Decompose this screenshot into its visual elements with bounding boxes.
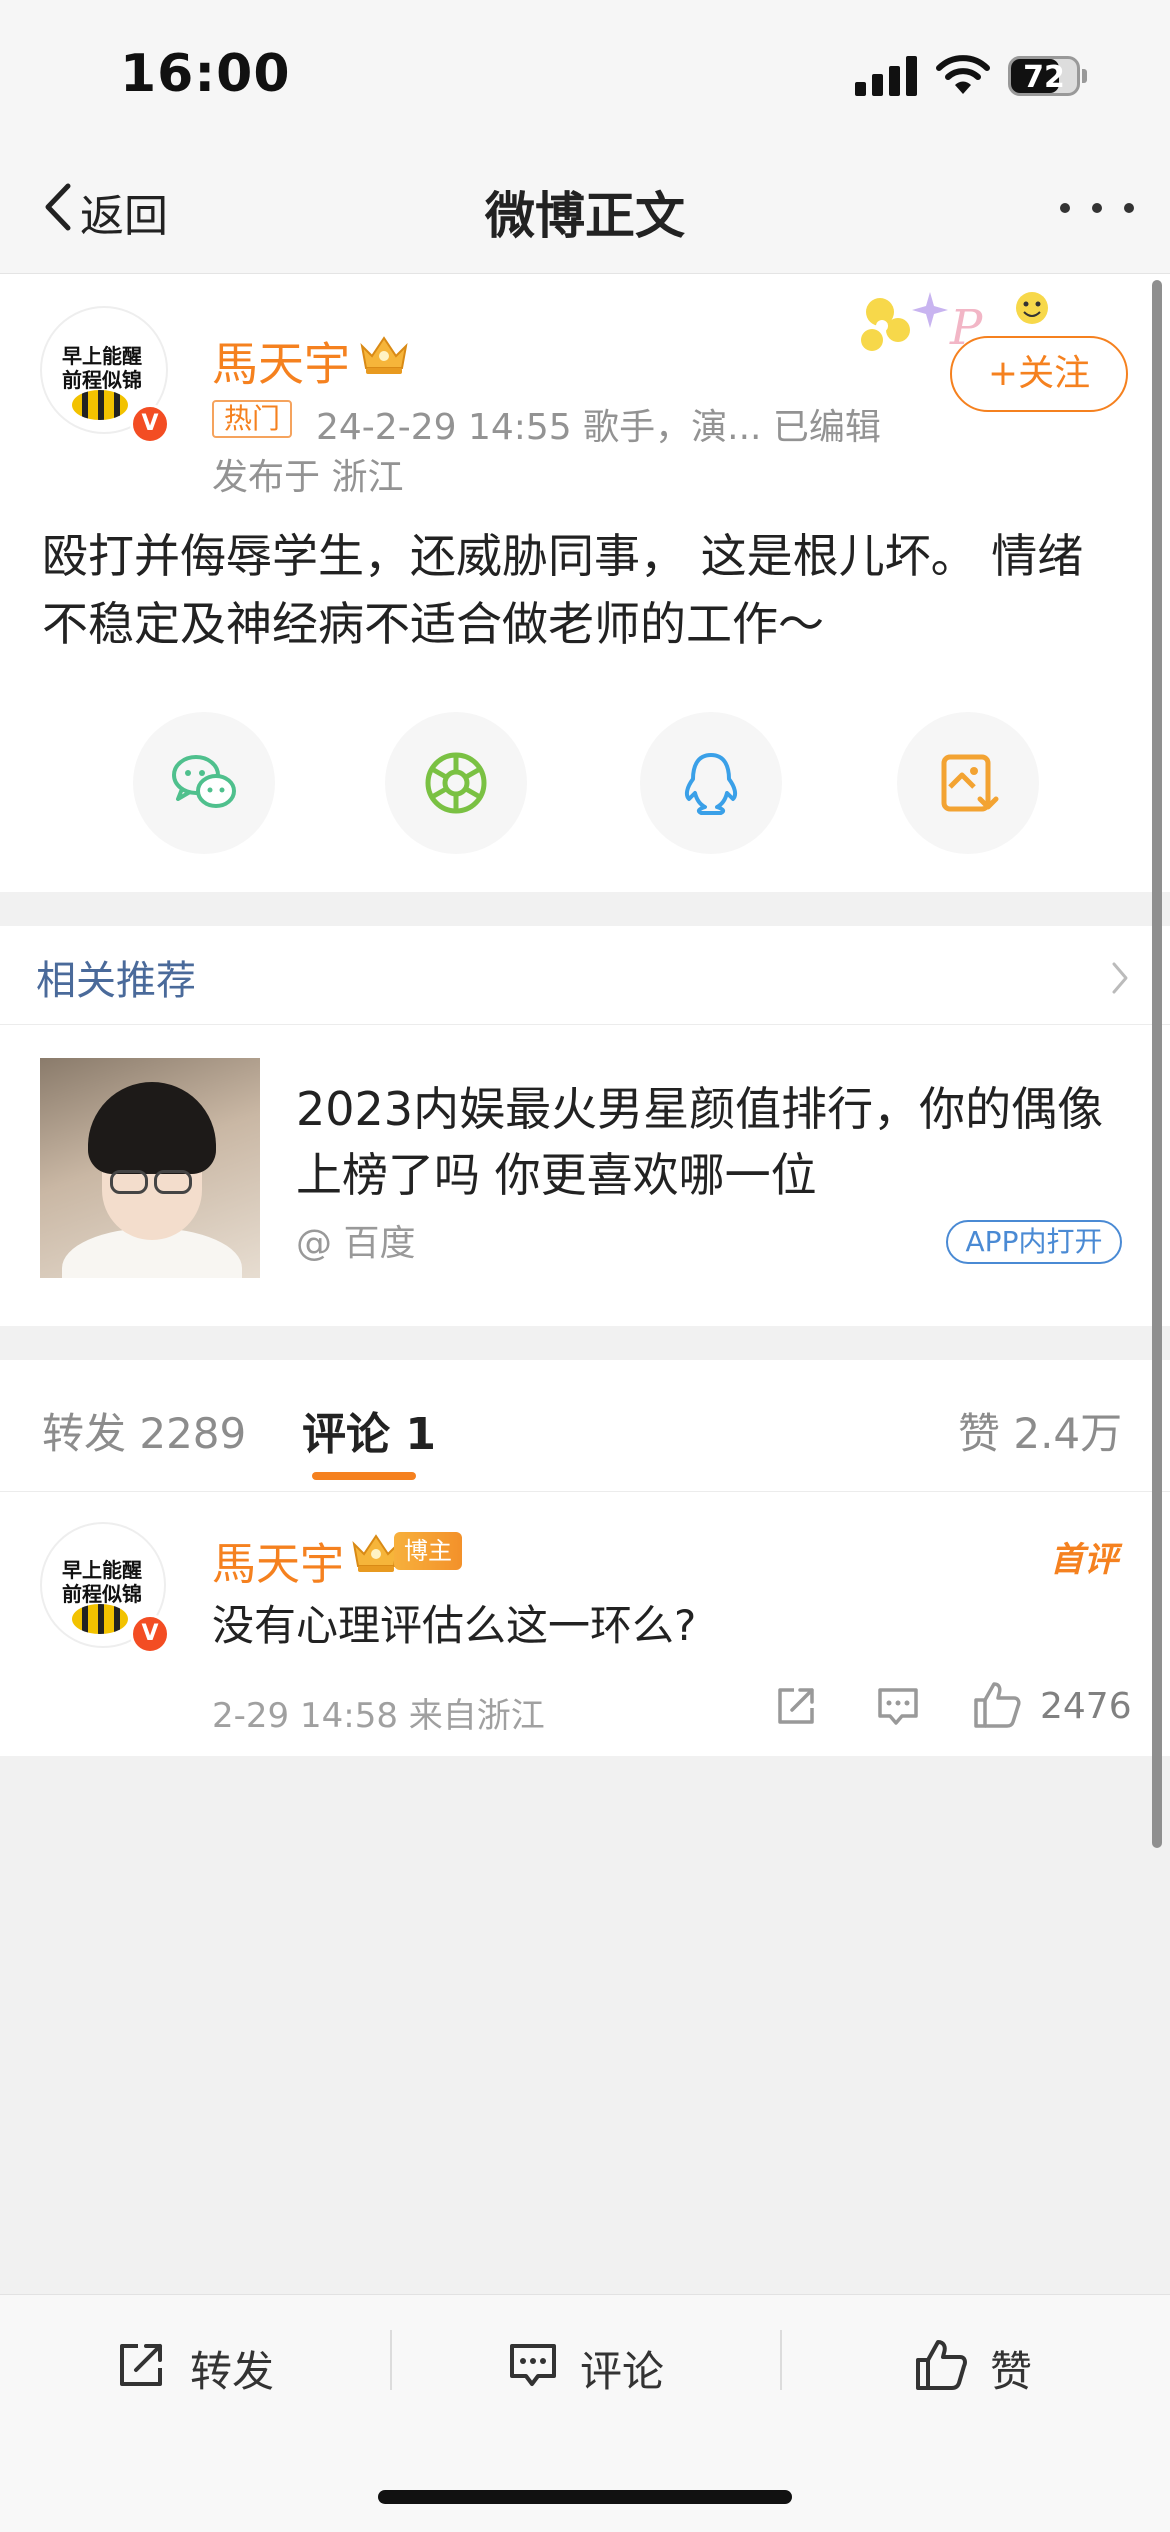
tab-comments[interactable]: 评论 1 bbox=[302, 1398, 436, 1462]
vip-crown-icon bbox=[360, 336, 408, 374]
first-comment-badge: 首评 bbox=[1050, 1540, 1118, 1580]
comment-label: 评论 bbox=[580, 2347, 665, 2396]
thumbs-up-icon bbox=[916, 2340, 967, 2390]
verified-badge-icon: V bbox=[130, 1614, 170, 1654]
status-time: 16:00 bbox=[120, 44, 291, 104]
thumbs-up-icon bbox=[974, 1682, 1021, 1728]
bee-illustration bbox=[72, 1604, 128, 1634]
home-indicator bbox=[378, 2490, 792, 2504]
comment-text: 没有心理评估么这一环么? bbox=[212, 1601, 697, 1650]
share-moments-button[interactable] bbox=[385, 712, 527, 854]
recommendation-title[interactable]: 2023内娱最火男星颜值排行，你的偶像上榜了吗 你更喜欢哪一位 bbox=[296, 1076, 1136, 1208]
chevron-left-icon bbox=[45, 183, 71, 231]
active-tab-indicator bbox=[312, 1472, 416, 1480]
recommendation-source: @ 百度 bbox=[296, 1223, 416, 1264]
save-image-icon bbox=[941, 754, 999, 812]
open-in-app-button[interactable]: APP内打开 bbox=[946, 1220, 1122, 1264]
repost-icon bbox=[120, 2344, 162, 2386]
repost-button[interactable]: 转发 bbox=[100, 2324, 400, 2404]
recommendation-header[interactable]: 相关推荐 bbox=[36, 948, 196, 1006]
avatar-text: 早上能醒 bbox=[62, 344, 142, 368]
avatar-text: 前程似锦 bbox=[62, 368, 142, 392]
post-location: 发布于 浙江 bbox=[212, 457, 404, 498]
divider bbox=[390, 2330, 392, 2390]
more-options-icon[interactable] bbox=[1052, 185, 1142, 229]
scrollbar[interactable] bbox=[1152, 280, 1162, 1848]
cellular-signal-icon bbox=[855, 56, 917, 96]
repost-label: 转发 bbox=[190, 2347, 275, 2396]
chevron-right-icon[interactable] bbox=[1108, 958, 1132, 998]
wechat-icon bbox=[172, 755, 236, 808]
comment-button[interactable]: 评论 bbox=[500, 2324, 800, 2404]
back-button[interactable]: 返回 bbox=[32, 172, 192, 242]
comment-time: 2-29 14:58 来自浙江 bbox=[212, 1696, 545, 1736]
reply-icon[interactable] bbox=[874, 1682, 922, 1730]
moments-icon bbox=[425, 752, 487, 814]
battery-icon: 72 bbox=[1008, 56, 1088, 96]
verified-badge-icon: V bbox=[130, 404, 170, 444]
blogger-badge: 博主 bbox=[394, 1532, 462, 1570]
qq-icon bbox=[684, 753, 738, 815]
post-author-name[interactable]: 馬天宇 bbox=[212, 328, 350, 394]
like-button[interactable]: 赞 bbox=[910, 2324, 1170, 2404]
share-qq-button[interactable] bbox=[640, 712, 782, 854]
avatar-text: 前程似锦 bbox=[62, 1582, 142, 1606]
comment-like-count: 2476 bbox=[1040, 1686, 1132, 1727]
like-label: 赞 bbox=[990, 2347, 1033, 2396]
divider bbox=[0, 1024, 1170, 1025]
post-meta: 24-2-29 14:55 歌手，演... 已编辑 bbox=[316, 407, 881, 448]
tab-reposts[interactable]: 转发 2289 bbox=[42, 1400, 246, 1461]
tab-likes[interactable]: 赞 2.4万 bbox=[958, 1400, 1122, 1461]
follow-button[interactable]: +关注 bbox=[950, 336, 1128, 412]
bee-illustration bbox=[72, 390, 128, 420]
recommendation-thumbnail[interactable] bbox=[40, 1058, 260, 1278]
battery-level: 72 bbox=[1023, 60, 1065, 95]
wifi-icon bbox=[936, 55, 990, 94]
avatar-text: 早上能醒 bbox=[62, 1558, 142, 1582]
comment-icon bbox=[510, 2344, 556, 2386]
divider bbox=[780, 2330, 782, 2390]
share-icon[interactable] bbox=[772, 1682, 820, 1730]
back-label: 返回 bbox=[80, 191, 168, 242]
comment-author-name[interactable]: 馬天宇 bbox=[212, 1528, 344, 1592]
comment-like-button[interactable]: 2476 bbox=[972, 1678, 1132, 1734]
hot-tag: 热门 bbox=[212, 400, 293, 438]
share-wechat-button[interactable] bbox=[133, 712, 275, 854]
save-image-button[interactable] bbox=[897, 712, 1039, 854]
post-text: 殴打并侮辱学生，还威胁同事， 这是根儿坏。 情绪不稳定及神经病不适合做老师的工作… bbox=[42, 529, 1084, 651]
